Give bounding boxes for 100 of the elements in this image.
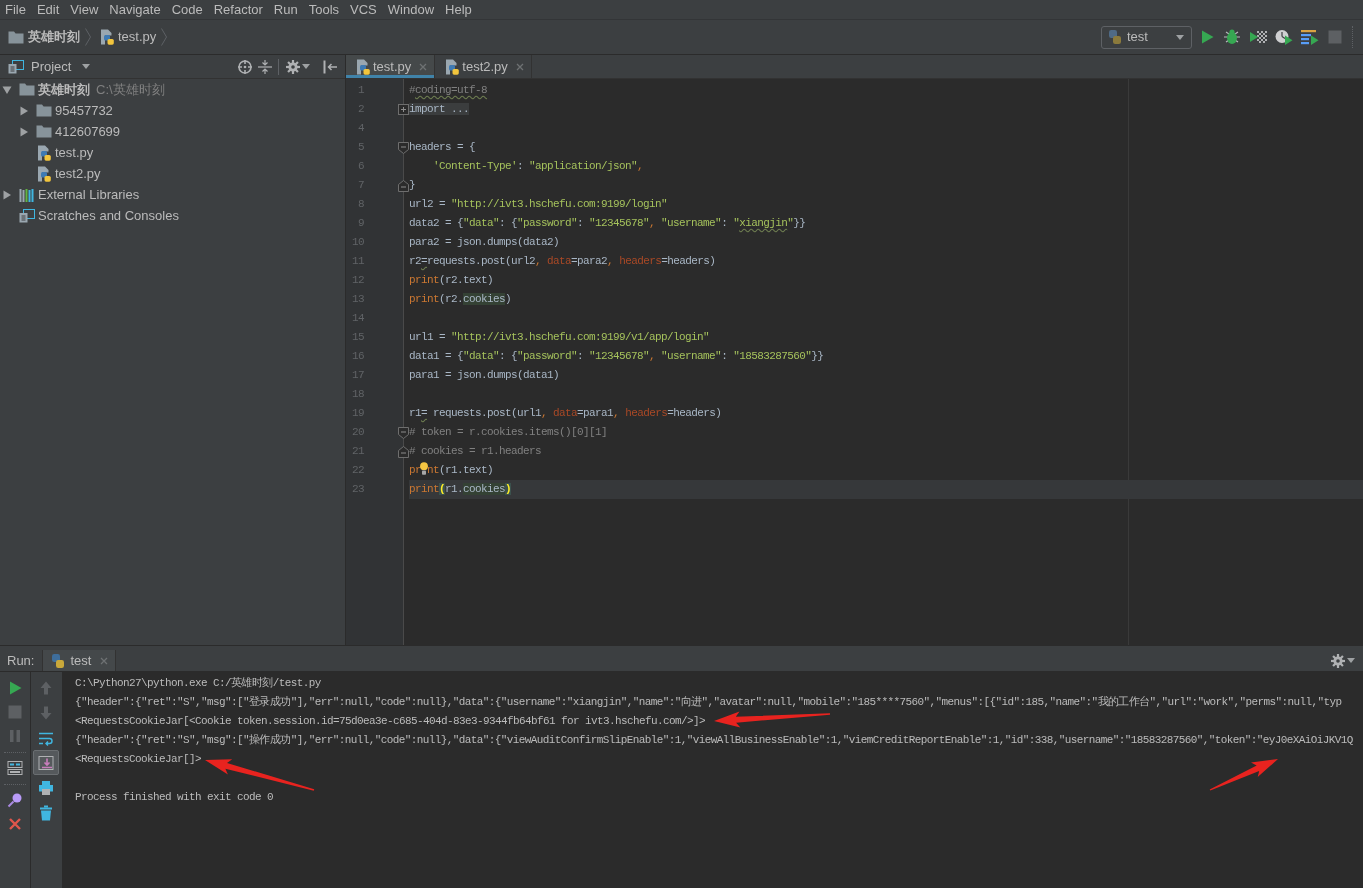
code-line: } [409, 178, 416, 193]
code-line: headers = { [409, 140, 476, 155]
python-file-icon [445, 58, 460, 75]
fold-plus-icon[interactable] [397, 104, 409, 115]
code-line: print(r2.cookies) [409, 292, 513, 307]
run-config-dropdown[interactable]: test [1101, 25, 1192, 49]
console-line: {"header":{"ret":"S","msg":["登录成功"],"err":null,"code":null},"data":{"username":"xiangjin","name":"向进","avatar":null,"mobile":"185****7560","menus":[{"id":185,"name":"我的工作台","url":"work","perms":null,"typ [75, 695, 1342, 710]
console-line: Process finished with exit code 0 [75, 790, 274, 805]
bug-icon[interactable] [1223, 29, 1241, 45]
caret-right-icon[interactable] [19, 126, 29, 137]
code-line: data1 = {"data": {"password": "12345678", "username": "18583287560"}} [409, 349, 825, 364]
scroll-to-end-icon[interactable] [38, 754, 54, 771]
python-file-icon [356, 58, 370, 75]
menu-item[interactable]: Code [166, 0, 208, 19]
menu-item[interactable]: File [0, 0, 31, 19]
folder-icon [36, 125, 52, 138]
caret-down-icon [1347, 658, 1355, 663]
code-line: url1 = "http://ivt3.hschefu.com:9199/v1/app/login" [409, 330, 711, 345]
chevron-right-icon [161, 28, 168, 46]
folder-path: C:\英雄时刻 [96, 80, 165, 99]
chevron-right-icon [85, 28, 91, 46]
printer-icon[interactable] [38, 779, 54, 796]
play-icon[interactable] [1199, 29, 1215, 45]
caret-right-icon[interactable] [2, 189, 12, 200]
code-line: r1= requests.post(url1, data=para1, headers=headers) [409, 406, 723, 421]
code-line: print(r2.text) [409, 273, 495, 288]
fold-minus-icon[interactable] [397, 426, 409, 439]
breadcrumb-item[interactable]: 英雄时刻 [28, 27, 80, 47]
locate-icon[interactable] [237, 58, 253, 75]
console-line: <RequestsCookieJar[]> [75, 752, 202, 767]
run-tab[interactable]: test [42, 650, 117, 671]
fold-minus-icon[interactable] [397, 445, 409, 458]
project-view-dropdown[interactable]: Project [8, 57, 91, 76]
scratches-icon [19, 208, 35, 223]
layout-icon[interactable] [7, 760, 23, 776]
menu-item[interactable]: Help [440, 0, 477, 19]
code-line: # cookies = r1.headers [409, 444, 543, 459]
pin-icon[interactable] [7, 792, 23, 808]
caret-down-icon [82, 64, 91, 69]
code-line: pr nt(r1.text) [409, 461, 495, 478]
close-icon[interactable] [8, 817, 22, 831]
python-logo-icon [50, 652, 67, 669]
code-line: para1 = json.dumps(data1) [409, 368, 561, 383]
code-line: r2=requests.post(url2, data=para2, headers=headers) [409, 254, 717, 269]
project-icon [8, 59, 24, 74]
console-line: C:\Python27\python.exe C:/英雄时刻/test.py [75, 676, 321, 691]
toolbar-button[interactable] [33, 750, 59, 775]
settings-icon[interactable] [1330, 652, 1346, 669]
settings-icon[interactable] [285, 58, 301, 75]
menu-item[interactable]: Edit [31, 0, 65, 19]
close-icon[interactable] [515, 62, 524, 71]
tree-item[interactable]: 英雄时刻 [38, 79, 90, 100]
fold-minus-icon[interactable] [397, 141, 409, 154]
menu-item[interactable]: VCS [345, 0, 382, 19]
tree-item[interactable]: 95457732 [55, 100, 113, 121]
code-line: 'Content-Type': "application/json", [432, 159, 645, 174]
python-file-icon [37, 144, 51, 161]
panel-title: Run: [7, 651, 35, 670]
tree-item[interactable]: test.py [55, 142, 94, 163]
code-line: # token = r.cookies.items()[0][1] [409, 425, 609, 440]
collapse-all-icon[interactable] [258, 58, 272, 75]
caret-down-icon [1176, 34, 1184, 40]
play-icon[interactable] [7, 680, 23, 696]
python-file-icon [37, 165, 51, 182]
folder-icon [8, 30, 24, 44]
menu-item[interactable]: Refactor [208, 0, 268, 19]
editor-tab[interactable]: test.py [346, 55, 436, 78]
trash-icon[interactable] [38, 804, 54, 821]
code-line: para2 = json.dumps(data2) [409, 235, 561, 250]
folder-icon [19, 83, 35, 96]
caret-down-icon[interactable] [2, 84, 12, 95]
console-line: <RequestsCookieJar[<Cookie token.session.id=75d0ea3e-c685-404d-83e3-9344fb64bf61 for ivt3.hschefu.com/>]> [75, 714, 706, 729]
tree-item[interactable]: Scratches and Consoles [38, 205, 179, 226]
tree-item[interactable]: test2.py [55, 163, 101, 184]
caret-right-icon[interactable] [19, 105, 29, 116]
hide-panel-icon[interactable] [322, 58, 338, 75]
code-line: data2 = {"data": {"password": "12345678", "username": "xiangjin"}} [409, 216, 807, 231]
library-icon [19, 187, 35, 202]
breadcrumb-item[interactable]: test.py [118, 27, 157, 47]
editor-tab[interactable]: test2.py [435, 55, 532, 78]
folder-icon [36, 104, 52, 117]
code-line: url2 = "http://ivt3.hschefu.com:9199/login" [409, 197, 669, 212]
python-file-icon [100, 29, 114, 45]
menu-item[interactable]: Window [382, 0, 440, 19]
concurrency-icon[interactable] [1301, 29, 1319, 45]
profiler-icon[interactable] [1275, 29, 1293, 45]
caret-down-icon [302, 64, 310, 69]
menu-item[interactable]: Run [268, 0, 303, 19]
tree-item[interactable]: 412607699 [55, 121, 121, 142]
lightbulb-icon[interactable] [420, 462, 428, 475]
menu-item[interactable]: Tools [303, 0, 345, 19]
python-logo-icon [1107, 29, 1123, 45]
menu-item[interactable]: Navigate [104, 0, 166, 19]
annotation-arrow [1209, 759, 1278, 791]
console-line: {"header":{"ret":"S","msg":["操作成功"],"err":null,"code":null},"data":{"viewAuditConfirmSlipEnable":1,"viewAllBusinessEnable":1,"viemCreditReportEnable":1,"id":338,"username":"18583287560","token":"eyJ0eXAiOiJKV1Q [75, 733, 1353, 748]
tree-item[interactable]: External Libraries [38, 184, 140, 205]
menu-item[interactable]: View [65, 0, 104, 19]
coverage-icon[interactable] [1249, 29, 1267, 45]
code-line: #coding=utf-8 [409, 83, 489, 98]
fold-minus-icon[interactable] [397, 179, 409, 192]
